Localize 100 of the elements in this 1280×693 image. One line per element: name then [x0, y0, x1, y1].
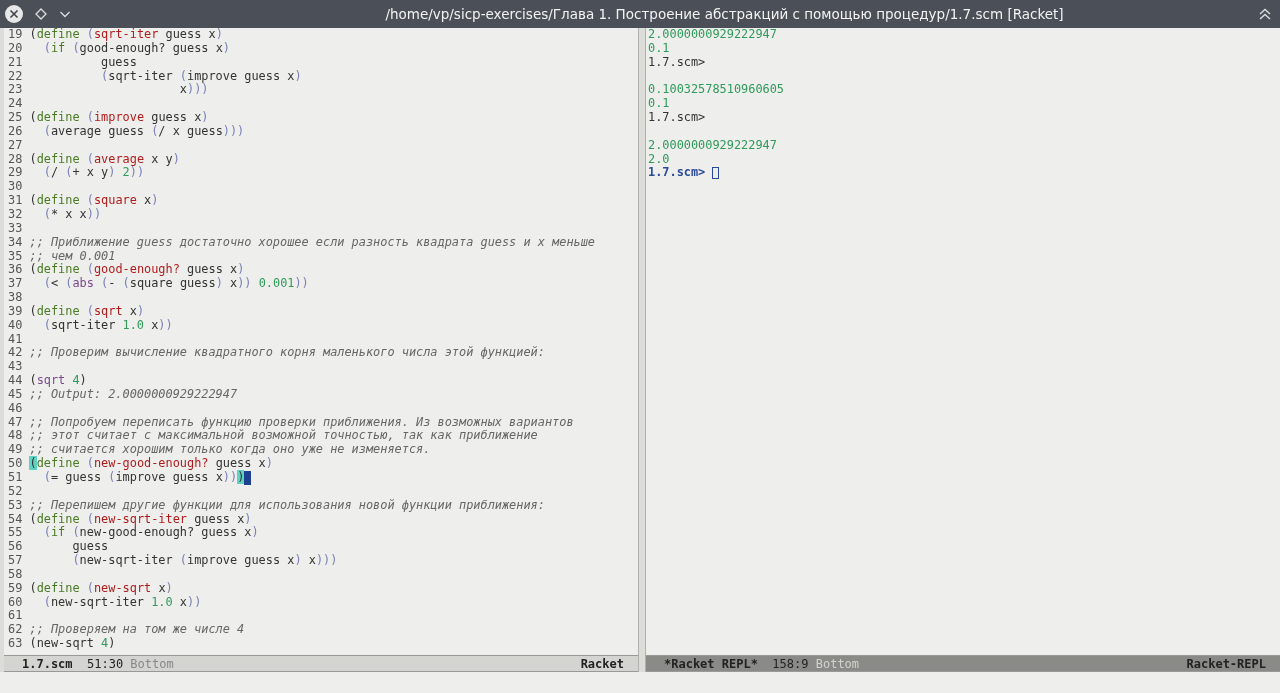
code-line: ;; Приближение guess достаточно хорошее если разность квадрата guess и x меньше — [28, 235, 595, 250]
window-title: /home/vp/sicp-exercises/Глава 1. Построение абстракций с помощью процедур/1.7.scm [Racket] — [384, 6, 1065, 22]
scroll-position: Bottom — [130, 656, 174, 671]
line-number: 60 — [7, 595, 23, 610]
line-number: 35 — [7, 249, 23, 264]
code-line: (sqrt-iter 1.0 x)) — [42, 318, 173, 333]
repl-output: 0.1 — [648, 97, 670, 112]
line-number: 45 — [7, 387, 23, 402]
code-line: (define (new-good-enough? guess x) — [28, 457, 273, 471]
line-number: 40 — [7, 318, 23, 333]
code-line: (define (sqrt-iter guess x) — [28, 28, 223, 42]
code-line: ;; Проверяем на том же числе 4 — [28, 623, 245, 637]
code-line: guess — [101, 55, 137, 70]
repl-output: 0.10032578510960605 — [648, 83, 785, 98]
line-number: 24 — [7, 97, 23, 112]
line-number: 39 — [7, 304, 23, 319]
line-number: 56 — [7, 540, 23, 555]
line-number: 25 — [7, 111, 23, 125]
line-number: 36 — [7, 263, 23, 278]
code-line: ;; Output: 2.0000000929222947 — [28, 387, 238, 402]
scroll-position: Bottom — [815, 656, 860, 671]
line-number: 50 — [7, 457, 23, 471]
code-line: ;; чем 0.001 — [28, 249, 116, 263]
line-number: 48 — [7, 429, 23, 444]
major-mode: Racket-REPL — [1186, 656, 1266, 671]
code-line: (define (improve guess x) — [28, 111, 209, 125]
cursor-position: 158:9 — [772, 656, 809, 671]
repl-output: 2.0 — [648, 152, 670, 167]
repl-output: 2.0000000929222947 — [648, 138, 777, 153]
line-number: 46 — [7, 401, 23, 416]
code-line: ;; Перепишем другие функции для использования новой функции приближения: — [28, 498, 545, 513]
code-line: (< (abs (- (square guess) x)) 0.001)) — [42, 277, 309, 292]
repl-output: 0.1 — [648, 41, 670, 56]
line-number: 21 — [7, 55, 23, 70]
code-line: (new-sqrt 4) — [28, 637, 116, 651]
code-line: (define (sqrt x) — [28, 304, 145, 319]
code-line: (define (new-sqrt x) — [28, 581, 173, 596]
line-number: 33 — [7, 221, 23, 236]
code-line: (average guess (/ x guess))) — [42, 124, 245, 139]
code-line: (= guess (improve guess x))) — [42, 471, 245, 485]
major-mode: Racket — [580, 656, 624, 671]
line-number: 53 — [7, 498, 23, 513]
line-number: 28 — [7, 152, 23, 167]
line-number: 49 — [7, 443, 23, 458]
line-number: 44 — [7, 374, 23, 388]
code-line: (define (good-enough? guess x) — [28, 263, 245, 277]
line-number: 61 — [7, 609, 23, 624]
buffer-name: 1.7.scm — [22, 656, 73, 671]
code-line: (/ (+ x y) 2)) — [42, 166, 145, 181]
buffer-name: *Racket REPL* — [664, 656, 758, 671]
line-number: 63 — [7, 637, 23, 651]
line-number: 22 — [7, 69, 23, 84]
line-number: 51 — [7, 471, 23, 485]
line-number: 62 — [7, 623, 23, 638]
code-line: (new-sqrt-iter 1.0 x)) — [42, 595, 202, 610]
code-line: (define (square x) — [28, 194, 159, 208]
line-number: 34 — [7, 235, 23, 250]
code-line: ;; считается хорошим только когда оно уже не изменяется. — [28, 443, 431, 457]
code-line: (if (good-enough? guess x) — [42, 41, 230, 56]
code-line: ;; этот считает с максимальной возможной точностью, так как приближение — [28, 429, 538, 444]
double-chevron-up-icon[interactable] — [1258, 7, 1272, 21]
line-number: 30 — [7, 180, 23, 195]
line-number: 27 — [7, 138, 23, 153]
line-number: 58 — [7, 567, 23, 582]
line-number: 19 — [7, 28, 23, 42]
repl-prompt: 1.7.scm> — [648, 55, 706, 70]
code-line: (define (average x y) — [28, 152, 180, 167]
line-number: 54 — [7, 512, 23, 527]
line-number: 59 — [7, 581, 23, 596]
code-line: ;; Проверим вычисление квадратного корня маленького числа этой функцией: — [28, 346, 545, 361]
line-number: 31 — [7, 194, 23, 208]
line-number: 52 — [7, 484, 23, 499]
diamond-icon[interactable] — [35, 8, 47, 20]
code-line: guess — [71, 540, 109, 554]
line-number: 20 — [7, 41, 23, 56]
code-line: ;; Попробуем переписать функцию проверки приближения. Из возможных вариантов — [28, 415, 574, 430]
text-cursor — [712, 167, 720, 180]
code-line: (new-sqrt-iter (improve guess x) x))) — [71, 554, 338, 568]
close-icon[interactable] — [5, 5, 23, 23]
line-number: 32 — [7, 207, 23, 222]
line-number: 43 — [7, 360, 23, 375]
code-line: (sqrt-iter (improve guess x) — [100, 69, 302, 84]
code-line: (define (new-sqrt-iter guess x) — [28, 512, 252, 527]
code-line: x))) — [178, 83, 209, 98]
line-number: 57 — [7, 554, 23, 568]
code-line: (* x x)) — [42, 207, 102, 222]
line-number: 26 — [7, 124, 23, 139]
line-number: 55 — [7, 526, 23, 541]
line-number: 42 — [7, 346, 23, 361]
line-number: 38 — [7, 291, 23, 305]
repl-prompt: 1.7.scm> — [648, 166, 706, 181]
line-number: 41 — [7, 332, 23, 347]
repl-prompt: 1.7.scm> — [648, 111, 706, 125]
code-line: (sqrt 4) — [28, 374, 87, 388]
line-number: 47 — [7, 415, 23, 430]
line-number: 37 — [7, 277, 23, 292]
cursor-position: 51:30 — [87, 656, 124, 671]
repl-output: 2.0000000929222947 — [648, 28, 777, 42]
line-number: 23 — [7, 83, 23, 98]
line-number: 29 — [7, 166, 23, 181]
